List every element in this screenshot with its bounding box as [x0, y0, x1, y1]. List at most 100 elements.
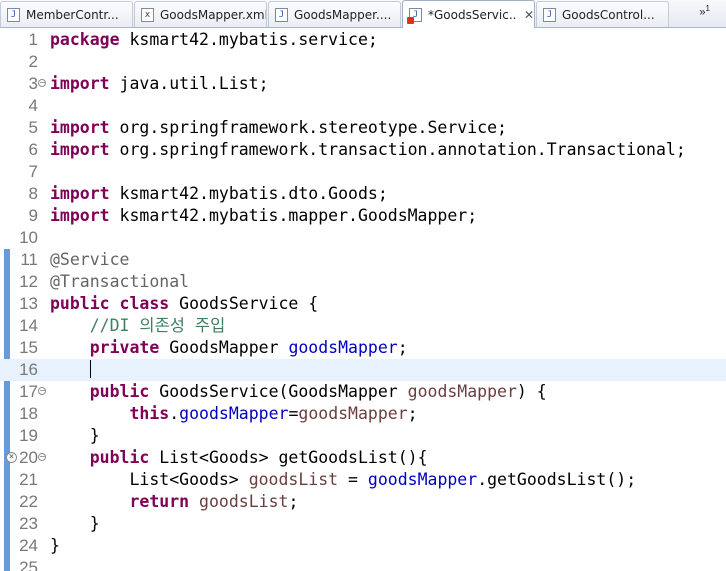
code-token: ksmart42.mybatis.dto.Goods;	[109, 184, 388, 203]
code-line[interactable]: 5 import org.springframework.stereotype.S…	[0, 117, 726, 139]
code-token: =	[288, 404, 299, 423]
code-line[interactable]: 8 import ksmart42.mybatis.dto.Goods;	[0, 183, 726, 205]
code-line[interactable]: 18 this.goodsMapper=goodsMapper;	[0, 403, 726, 425]
code-token: goodsMapper	[367, 470, 478, 489]
line-number: 15	[19, 338, 38, 357]
java-file-icon: J	[7, 7, 20, 22]
line-number: 21	[19, 470, 38, 489]
code-line[interactable]: 14 //DI 의존성 주입	[0, 315, 726, 337]
code-line[interactable]: 11 @Service	[0, 249, 726, 271]
line-number: 23	[19, 514, 38, 533]
editor-tab-bar: J MemberContr... x GoodsMapper.xml J GoodsMap…	[0, 0, 726, 28]
editor-tab-label: GoodsMapper....	[294, 7, 392, 22]
code-token: List<Goods> getGoodsList(){	[149, 448, 428, 467]
code-line[interactable]: 16	[0, 359, 726, 381]
code-text: import java.util.List;	[50, 73, 269, 95]
fold-toggle-icon[interactable]: −	[38, 387, 46, 395]
code-token: GoodsService(GoodsMapper	[149, 382, 408, 401]
editor-tab[interactable]: x GoodsMapper.xml	[134, 1, 267, 27]
xml-file-icon: x	[141, 7, 154, 22]
code-token: ;	[407, 404, 418, 423]
fold-toggle-icon[interactable]: −	[38, 453, 46, 461]
fold-toggle-icon[interactable]: −	[38, 79, 46, 87]
line-number: 17	[19, 382, 38, 401]
line-number: 12	[19, 272, 38, 291]
code-token: class	[119, 294, 170, 313]
line-number: 10	[19, 228, 38, 247]
java-file-icon: J	[543, 7, 556, 22]
code-text: import org.springframework.stereotype.Se…	[50, 117, 507, 139]
code-token: goodsMapper	[407, 382, 517, 401]
code-text: this.goodsMapper=goodsMapper;	[50, 403, 418, 425]
code-token: import	[50, 184, 110, 203]
code-token: List<Goods>	[50, 470, 249, 489]
code-line[interactable]: 19 }	[0, 425, 726, 447]
code-token: public	[89, 448, 150, 467]
editor-tab[interactable]: J GoodsControl...	[536, 1, 669, 27]
code-token: ;	[288, 492, 299, 511]
breakpoint-marker-icon[interactable]: ×	[6, 452, 17, 463]
code-text: //DI 의존성 주입	[50, 315, 226, 337]
code-line[interactable]: 15 private GoodsMapper goodsMapper;	[0, 337, 726, 359]
code-text: }	[50, 425, 100, 447]
code-line[interactable]: 6 import org.springframework.transaction.…	[0, 139, 726, 161]
code-text: @Service	[50, 249, 129, 271]
code-line[interactable]: 1 package ksmart42.mybatis.service;	[0, 29, 726, 51]
text-cursor	[89, 360, 91, 378]
line-number: 19	[19, 426, 38, 445]
line-number: 20	[19, 448, 38, 467]
tab-overflow-button[interactable]: »1	[699, 4, 710, 19]
editor-tab[interactable]: J GoodsMapper....	[268, 1, 401, 27]
code-line[interactable]: 22 return goodsList;	[0, 491, 726, 513]
code-token: =	[338, 470, 368, 489]
code-line[interactable]: 23 }	[0, 513, 726, 535]
editor-tab[interactable]: J MemberContr...	[0, 1, 133, 27]
line-number: 13	[19, 294, 38, 313]
code-line[interactable]: 2	[0, 51, 726, 73]
code-token: ;	[397, 338, 408, 357]
java-file-icon: J	[275, 7, 288, 22]
code-text: public class GoodsService {	[50, 293, 318, 315]
line-number: 22	[19, 492, 38, 511]
close-tab-icon[interactable]: ✕	[524, 9, 534, 21]
code-line[interactable]: 3− import java.util.List;	[0, 73, 726, 95]
code-token: GoodsMapper	[159, 338, 289, 357]
code-token: GoodsService {	[169, 294, 319, 313]
line-number: 4	[28, 96, 38, 115]
code-line[interactable]: 25	[0, 557, 726, 571]
code-token: goodsList	[199, 492, 289, 511]
code-text: package ksmart42.mybatis.service;	[50, 29, 378, 51]
code-line[interactable]: 24}	[0, 535, 726, 557]
code-line[interactable]: 4	[0, 95, 726, 117]
code-line[interactable]: 10	[0, 227, 726, 249]
code-text: }	[50, 535, 60, 557]
code-token: @Transactional	[50, 272, 190, 291]
code-token: @Service	[50, 250, 130, 269]
code-line[interactable]: 13 public class GoodsService {	[0, 293, 726, 315]
code-token: goodsMapper	[288, 338, 398, 357]
editor-tab[interactable]: J *GoodsServic... ✕	[402, 0, 535, 28]
code-line[interactable]: 21 List<Goods> goodsList = goodsMapper.g…	[0, 469, 726, 491]
editor-tab-label: *GoodsServic...	[428, 7, 516, 22]
code-line[interactable]: 20 × − public List<Goods> getGoodsList(){	[0, 447, 726, 469]
code-line[interactable]: 12 @Transactional	[0, 271, 726, 293]
line-number: 9	[28, 206, 38, 225]
code-line[interactable]: 9 import ksmart42.mybatis.mapper.GoodsMap…	[0, 205, 726, 227]
code-line[interactable]: 7	[0, 161, 726, 183]
code-text: import ksmart42.mybatis.dto.Goods;	[50, 183, 388, 205]
java-file-error-icon: J	[407, 7, 422, 24]
editor-tab-label: GoodsMapper.xml	[160, 7, 266, 22]
code-token: ksmart42.mybatis.mapper.GoodsMapper;	[109, 206, 478, 225]
code-token: private	[89, 338, 160, 357]
line-number: 18	[19, 404, 38, 423]
line-number: 7	[28, 162, 38, 181]
code-editor[interactable]: 1 package ksmart42.mybatis.service; 2 3− imp…	[0, 28, 726, 571]
code-line[interactable]: 17− public GoodsService(GoodsMapper good…	[0, 381, 726, 403]
code-text: private GoodsMapper goodsMapper;	[50, 337, 408, 359]
